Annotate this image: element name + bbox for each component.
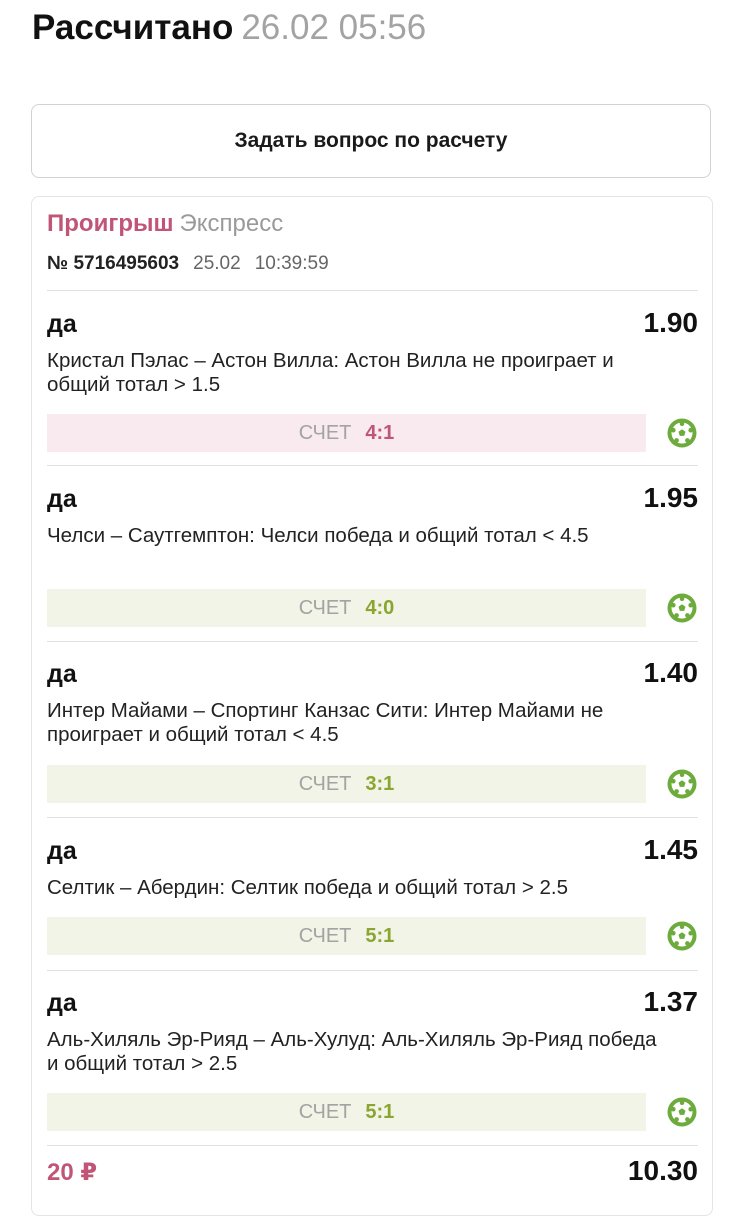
total-odd: 10.30 — [627, 1155, 698, 1186]
bet-answer: да — [47, 989, 77, 1017]
score-label: СЧЕТ — [298, 1100, 352, 1123]
soccer-ball-icon — [667, 1097, 697, 1127]
bet-odd: 1.37 — [643, 986, 699, 1017]
divider — [47, 641, 698, 642]
bet-description: Интер Майами – Спортинг Канзас Сити: Инт… — [47, 699, 604, 746]
bet-item: да 1.45 Селтик – Абердин: Селтик победа и… — [47, 834, 699, 955]
stake-amount: 20 ₽ — [47, 1159, 98, 1186]
page-title: Рассчитано — [32, 8, 234, 47]
soccer-ball-icon — [667, 921, 697, 951]
bet-description: Кристал Пэлас – Астон Вилла: Астон Вилла… — [47, 349, 614, 396]
bet-card-header: Проигрыш Экспресс № 5716495603 25.02 10:39:… — [47, 209, 329, 275]
score-label: СЧЕТ — [298, 596, 352, 619]
score-label: СЧЕТ — [298, 924, 352, 947]
score-box: СЧЕТ 4:0 — [47, 589, 646, 627]
score-value: 3:1 — [365, 772, 395, 795]
score-box: СЧЕТ 5:1 — [47, 1093, 646, 1131]
bet-answer: да — [47, 310, 77, 338]
score-row: СЧЕТ 5:1 — [47, 1093, 698, 1131]
bet-description: Аль-Хиляль Эр-Рияд – Аль-Хулуд: Аль-Хиля… — [47, 1028, 657, 1075]
bet-item: да 1.40 Интер Майами – Спортинг Канзас Си… — [47, 657, 699, 803]
score-row: СЧЕТ 3:1 — [47, 765, 698, 803]
bet-time: 10:39:59 — [254, 253, 329, 274]
score-box: СЧЕТ 4:1 — [47, 414, 646, 452]
bet-item: да 1.90 Кристал Пэлас – Астон Вилла: Асто… — [47, 307, 699, 452]
bet-answer: да — [47, 485, 77, 513]
soccer-ball-icon — [667, 593, 697, 623]
bet-item: да 1.95 Челси – Саутгемптон: Челси победа… — [47, 482, 699, 627]
score-label: СЧЕТ — [298, 772, 352, 795]
score-row: СЧЕТ 4:0 — [47, 589, 698, 627]
soccer-ball-icon — [667, 418, 697, 448]
bet-answer: да — [47, 837, 77, 865]
bet-item: да 1.37 Аль-Хиляль Эр-Рияд – Аль-Хулуд: А… — [47, 986, 699, 1131]
score-box: СЧЕТ 3:1 — [47, 765, 646, 803]
bet-description: Челси – Саутгемптон: Челси победа и общи… — [47, 524, 589, 547]
bet-odd: 1.95 — [643, 482, 699, 513]
ask-question-button[interactable]: Задать вопрос по расчету — [31, 104, 711, 178]
score-value: 5:1 — [365, 1100, 395, 1123]
bet-status: Проигрыш — [47, 210, 174, 237]
page-header: Рассчитано 26.02 05:56 — [32, 6, 426, 50]
divider — [47, 290, 698, 291]
bet-odd: 1.45 — [643, 834, 699, 865]
score-box: СЧЕТ 5:1 — [47, 917, 646, 955]
settled-datetime: 26.02 05:56 — [241, 8, 427, 47]
bet-description: Селтик – Абердин: Селтик победа и общий … — [47, 876, 568, 899]
divider — [47, 817, 698, 818]
bet-number: № 5716495603 — [47, 253, 180, 274]
score-value: 4:0 — [365, 596, 395, 619]
divider — [47, 465, 698, 466]
bet-answer: да — [47, 660, 77, 688]
bet-type: Экспресс — [179, 210, 284, 237]
bet-meta: № 5716495603 25.02 10:39:59 — [47, 253, 329, 275]
divider — [47, 970, 698, 971]
bet-card: Проигрыш Экспресс № 5716495603 25.02 10:39:… — [31, 196, 713, 1216]
score-row: СЧЕТ 5:1 — [47, 917, 698, 955]
score-value: 4:1 — [365, 421, 395, 444]
soccer-ball-icon — [667, 769, 697, 799]
bet-odd: 1.90 — [643, 307, 699, 338]
score-row: СЧЕТ 4:1 — [47, 414, 698, 452]
bet-date: 25.02 — [193, 253, 241, 274]
bet-odd: 1.40 — [643, 657, 699, 688]
score-label: СЧЕТ — [298, 421, 352, 444]
divider — [47, 1145, 698, 1146]
bet-footer: 20 ₽ 10.30 — [47, 1155, 698, 1187]
score-value: 5:1 — [365, 924, 395, 947]
